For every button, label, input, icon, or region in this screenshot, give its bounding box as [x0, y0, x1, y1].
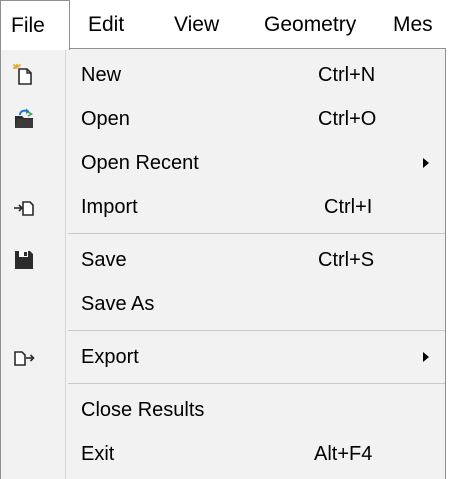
menu-bar: File Edit View Geometry Mes — [0, 0, 451, 50]
menu-item-close-results[interactable]: Close Results — [1, 389, 445, 431]
menu-item-save-as-label: Save As — [81, 292, 155, 315]
menu-item-close-results-label: Close Results — [81, 398, 205, 421]
menu-item-open-shortcut: Ctrl+O — [318, 107, 377, 130]
menu-item-exit[interactable]: Exit Alt+F4 — [1, 433, 445, 475]
menu-item-import-label: Import — [81, 195, 138, 218]
menu-item-export[interactable]: Export — [1, 336, 445, 378]
menu-item-export-label: Export — [81, 345, 139, 368]
menu-view[interactable]: View — [154, 0, 244, 49]
menu-item-open-label: Open — [81, 107, 130, 130]
menu-edit[interactable]: Edit — [70, 0, 154, 49]
import-icon — [11, 194, 37, 220]
menu-file[interactable]: File — [0, 0, 70, 50]
menu-geometry[interactable]: Geometry — [244, 0, 374, 49]
new-file-icon — [11, 62, 37, 88]
menu-separator — [68, 233, 445, 234]
menu-item-exit-label: Exit — [81, 442, 115, 465]
menu-edit-label: Edit — [88, 12, 125, 36]
menu-geometry-label: Geometry — [264, 12, 357, 36]
menu-view-label: View — [174, 12, 220, 36]
menu-item-import-shortcut: Ctrl+I — [324, 195, 373, 218]
menu-mesh-label: Mes — [393, 12, 433, 36]
menu-item-save-as[interactable]: Save As — [1, 283, 445, 325]
menu-separator — [68, 383, 445, 384]
menu-item-new-shortcut: Ctrl+N — [318, 63, 376, 86]
file-menu-dropdown: New Ctrl+N Open Ctrl+O Open Recent Impor… — [0, 48, 446, 479]
save-icon — [11, 247, 37, 273]
menu-item-new[interactable]: New Ctrl+N — [1, 54, 445, 96]
submenu-arrow-icon — [423, 352, 429, 362]
menu-item-open-recent[interactable]: Open Recent — [1, 142, 445, 184]
menu-file-label: File — [11, 13, 45, 37]
submenu-arrow-icon — [423, 158, 429, 168]
open-folder-icon — [11, 106, 37, 132]
export-icon — [11, 344, 37, 370]
menu-item-new-label: New — [81, 63, 122, 86]
menu-mesh[interactable]: Mes — [374, 0, 451, 49]
menu-item-open[interactable]: Open Ctrl+O — [1, 98, 445, 140]
menu-item-exit-shortcut: Alt+F4 — [314, 442, 373, 465]
menu-separator — [68, 330, 445, 331]
menu-item-import[interactable]: Import Ctrl+I — [1, 186, 445, 228]
menu-item-save-shortcut: Ctrl+S — [318, 248, 375, 271]
menu-item-open-recent-label: Open Recent — [81, 151, 199, 174]
menu-item-save-label: Save — [81, 248, 127, 271]
menu-item-save[interactable]: Save Ctrl+S — [1, 239, 445, 281]
